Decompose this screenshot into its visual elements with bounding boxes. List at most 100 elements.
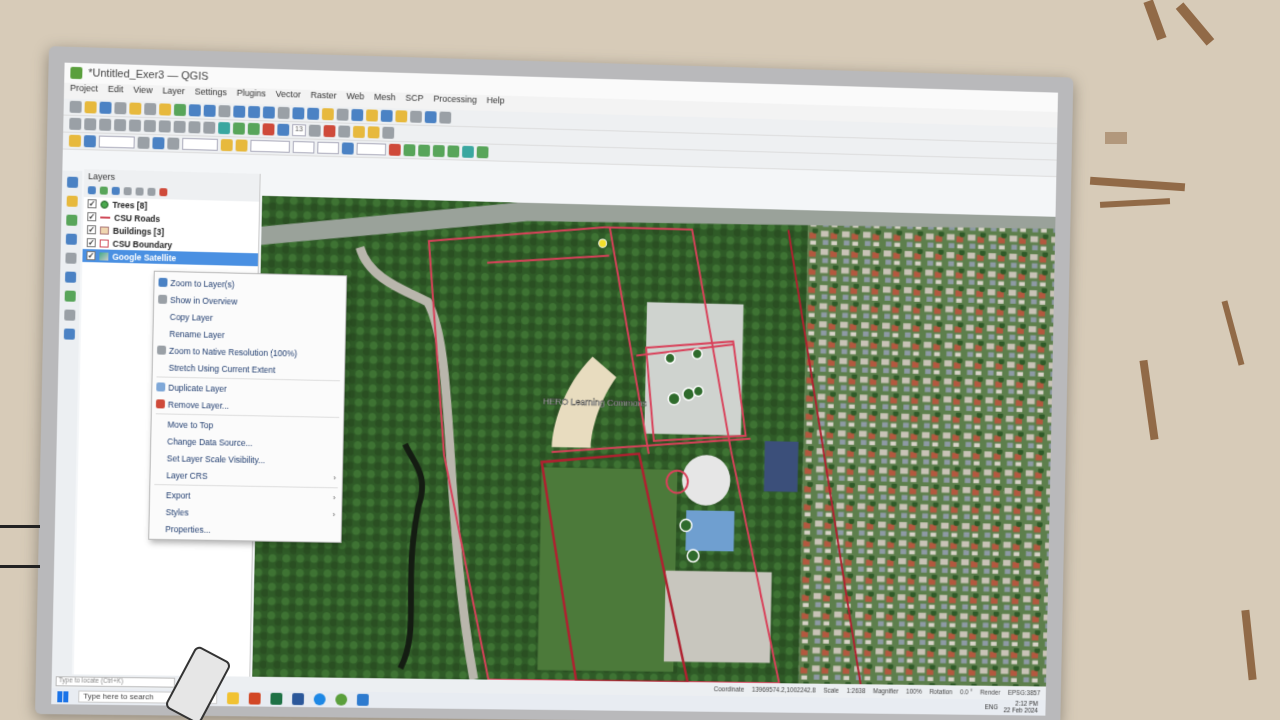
edit-icon[interactable]	[69, 117, 82, 131]
word-icon[interactable]	[292, 693, 305, 706]
scale-value[interactable]: 1:2638	[846, 687, 865, 694]
menu-raster[interactable]: Raster	[310, 90, 336, 107]
print-layout-icon[interactable]	[114, 102, 127, 115]
move-label-icon[interactable]	[382, 126, 395, 139]
remove-layer-icon[interactable]	[159, 188, 168, 197]
add-group-icon[interactable]	[99, 186, 108, 195]
layer-checkbox[interactable]: ✓	[86, 251, 96, 261]
open-project-icon[interactable]	[84, 101, 97, 114]
menu-project[interactable]: Project	[70, 83, 98, 100]
menu-help[interactable]: Help	[486, 95, 504, 111]
scp-flag-icon[interactable]	[220, 138, 233, 152]
language-indicator[interactable]: ENG	[985, 704, 998, 711]
scp-tool-icon[interactable]	[235, 139, 248, 152]
scp-roi-icon[interactable]	[137, 136, 150, 149]
scp-band-select[interactable]	[98, 135, 135, 149]
menu-vector[interactable]: Vector	[275, 89, 301, 106]
zoom-out-icon[interactable]	[203, 104, 216, 117]
add-delimited-icon[interactable]	[65, 233, 77, 245]
powerpoint-icon[interactable]	[248, 692, 261, 705]
open-styling-icon[interactable]	[87, 186, 96, 195]
scp-rgb-select[interactable]	[182, 137, 218, 151]
rotation-value[interactable]: 0.0 °	[960, 689, 973, 696]
scp-dist-input[interactable]	[250, 139, 290, 153]
save-edits-icon[interactable]	[84, 118, 97, 131]
zoom-field-input[interactable]: 13	[292, 124, 306, 137]
zoom-selection-icon[interactable]	[248, 105, 261, 119]
magnifier-value[interactable]: 100%	[906, 688, 922, 695]
filter-legend-icon[interactable]	[123, 187, 132, 196]
add-mesh-icon[interactable]	[63, 328, 75, 340]
scp-bands-icon[interactable]	[476, 146, 489, 159]
copy-icon[interactable]	[158, 120, 171, 133]
identify-icon[interactable]	[366, 109, 379, 122]
layer-checkbox[interactable]: ✓	[87, 199, 97, 209]
new-map-view-icon[interactable]	[321, 108, 334, 121]
expand-all-icon[interactable]	[135, 187, 144, 196]
scp-preview-select[interactable]	[356, 142, 387, 156]
statistics-icon[interactable]	[410, 110, 423, 123]
field-calculator-icon[interactable]	[395, 110, 408, 123]
file-explorer-icon[interactable]	[226, 692, 240, 705]
menu-web[interactable]: Web	[346, 91, 364, 107]
refresh-icon[interactable]	[351, 108, 364, 122]
plugin-icon[interactable]	[232, 122, 245, 135]
menu-scp[interactable]: SCP	[405, 93, 423, 109]
delete-icon[interactable]	[128, 119, 142, 132]
scp-plus-icon[interactable]	[167, 137, 180, 150]
add-vector-icon[interactable]	[66, 195, 78, 207]
label-icon[interactable]	[352, 125, 365, 139]
menu-settings[interactable]: Settings	[194, 86, 227, 103]
scp-check-icon[interactable]	[418, 144, 431, 157]
collapse-all-icon[interactable]	[147, 187, 156, 196]
edge-icon[interactable]	[313, 693, 326, 706]
add-feature-icon[interactable]	[99, 118, 112, 131]
crs-button[interactable]: EPSG:3857	[1008, 689, 1046, 696]
scp-preview-icon[interactable]	[341, 142, 354, 155]
scp-redo-icon[interactable]	[388, 143, 401, 156]
sigma-icon[interactable]	[338, 125, 351, 138]
pan-to-selection-icon[interactable]	[173, 103, 187, 117]
add-spatialite-icon[interactable]	[64, 290, 76, 302]
scp-save-icon[interactable]	[462, 145, 474, 158]
locator-search-input[interactable]: Type to locate (Ctrl+K)	[55, 676, 176, 688]
undo-icon[interactable]	[188, 121, 201, 134]
menu-mesh[interactable]: Mesh	[374, 92, 396, 108]
coordinate-value[interactable]: 13969574.2,1002242.8	[752, 686, 816, 694]
scp-layer-icon[interactable]	[432, 144, 445, 158]
menu-edit[interactable]: Edit	[108, 84, 124, 100]
temporal-icon[interactable]	[336, 108, 349, 121]
app-icon[interactable]	[356, 693, 369, 706]
tolerance-icon[interactable]	[308, 124, 321, 137]
snap-mode-icon[interactable]	[277, 123, 290, 136]
data-source-manager-icon[interactable]	[66, 176, 78, 188]
layer-checkbox[interactable]: ✓	[86, 225, 97, 235]
menu-processing[interactable]: Processing	[433, 94, 477, 111]
qgis-taskbar-icon[interactable]	[335, 693, 348, 706]
layout-manager-icon[interactable]	[129, 102, 142, 115]
new-project-icon[interactable]	[69, 100, 82, 114]
menu-view[interactable]: View	[133, 85, 152, 102]
menu-layer[interactable]: Layer	[162, 86, 185, 103]
menu-item-properties[interactable]: Properties...	[149, 520, 341, 540]
add-xyz-icon[interactable]	[64, 271, 76, 283]
clock[interactable]: 2:12 PM 22 Feb 2024	[1003, 701, 1038, 715]
excel-icon[interactable]	[270, 692, 283, 705]
style-manager-icon[interactable]	[144, 102, 157, 116]
scp-zoom-icon[interactable]	[83, 135, 96, 148]
zoom-rubberband-icon[interactable]	[218, 105, 231, 118]
zoom-last-icon[interactable]	[292, 107, 305, 120]
scp-run-icon[interactable]	[403, 144, 416, 157]
render-checkbox[interactable]: Render	[980, 689, 1000, 696]
zoom-next-icon[interactable]	[307, 107, 320, 120]
add-raster-icon[interactable]	[65, 214, 77, 226]
label-pin-icon[interactable]	[367, 126, 380, 139]
add-wms-icon[interactable]	[64, 252, 77, 264]
windows-start-icon[interactable]	[57, 690, 69, 702]
plugin2-icon[interactable]	[247, 122, 260, 136]
redo-icon[interactable]	[203, 121, 216, 134]
zoom-full-icon[interactable]	[233, 105, 246, 118]
zoom-layer-icon[interactable]	[262, 106, 275, 119]
pan-icon[interactable]	[159, 103, 172, 116]
snapping-icon[interactable]	[262, 123, 275, 136]
